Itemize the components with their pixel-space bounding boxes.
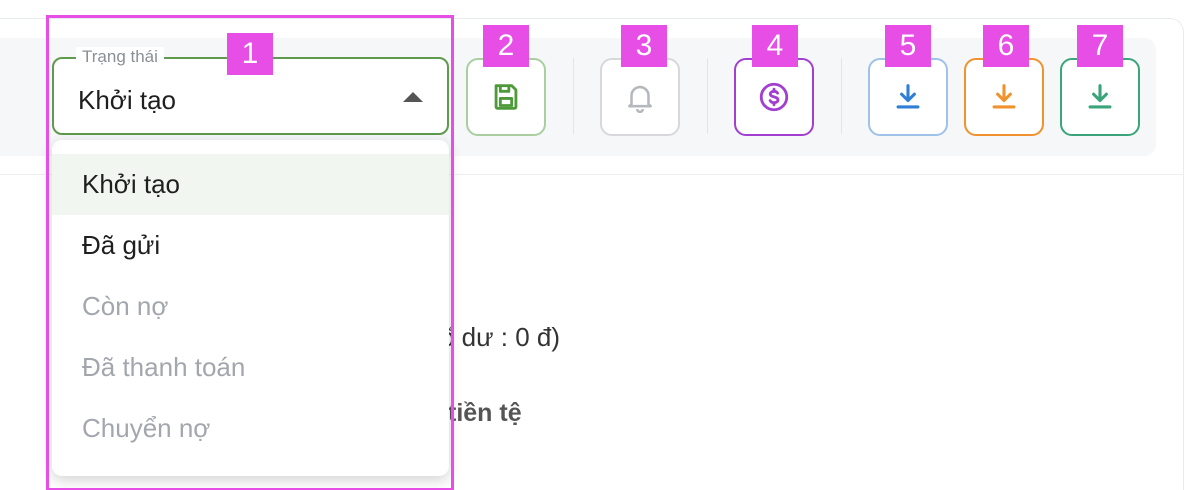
annotation-badge-2: 2 [483,25,529,67]
toolbar-separator [707,58,708,134]
download-button-orange[interactable] [964,58,1044,136]
download-icon [1088,84,1112,109]
annotation-badge-5: 5 [885,25,931,67]
balance-text: ố dư : 0 đ) [440,322,561,352]
toolbar-separator [841,58,842,134]
dropdown-option-khoi-tao[interactable]: Khởi tạo [52,154,449,215]
save-button[interactable] [466,58,546,136]
dropdown-option-da-thanh-toan: Đã thanh toán [82,352,246,382]
annotation-badge-1: 1 [227,33,273,75]
annotation-badge-7: 7 [1077,25,1123,67]
download-icon [992,84,1016,109]
bell-icon [628,85,652,114]
status-dropdown: Khởi tạo Đã gửi Còn nợ Đã thanh toán Chu… [52,140,449,476]
download-icon [896,84,920,109]
download-button-green[interactable] [1060,58,1140,136]
annotation-badge-4: 4 [752,25,798,67]
currency-label: tiền tệ [448,399,522,427]
dropdown-option-da-gui[interactable]: Đã gửi [52,215,449,276]
dropdown-option-chuyen-no: Chuyển nợ [82,413,211,443]
annotation-badge-6: 6 [983,25,1029,67]
dollar-circle-icon [759,82,789,112]
dropdown-option-con-no: Còn nợ [82,291,169,321]
status-select-label: Trạng thái [76,47,164,67]
status-select-value: Khởi tạo [78,85,176,115]
payment-button[interactable] [734,58,814,136]
download-button-blue[interactable] [868,58,948,136]
floppy-disk-icon [494,84,518,110]
caret-up-icon [403,92,423,102]
notify-button[interactable] [600,58,680,136]
toolbar-separator [573,58,574,134]
annotation-badge-3: 3 [621,25,667,67]
